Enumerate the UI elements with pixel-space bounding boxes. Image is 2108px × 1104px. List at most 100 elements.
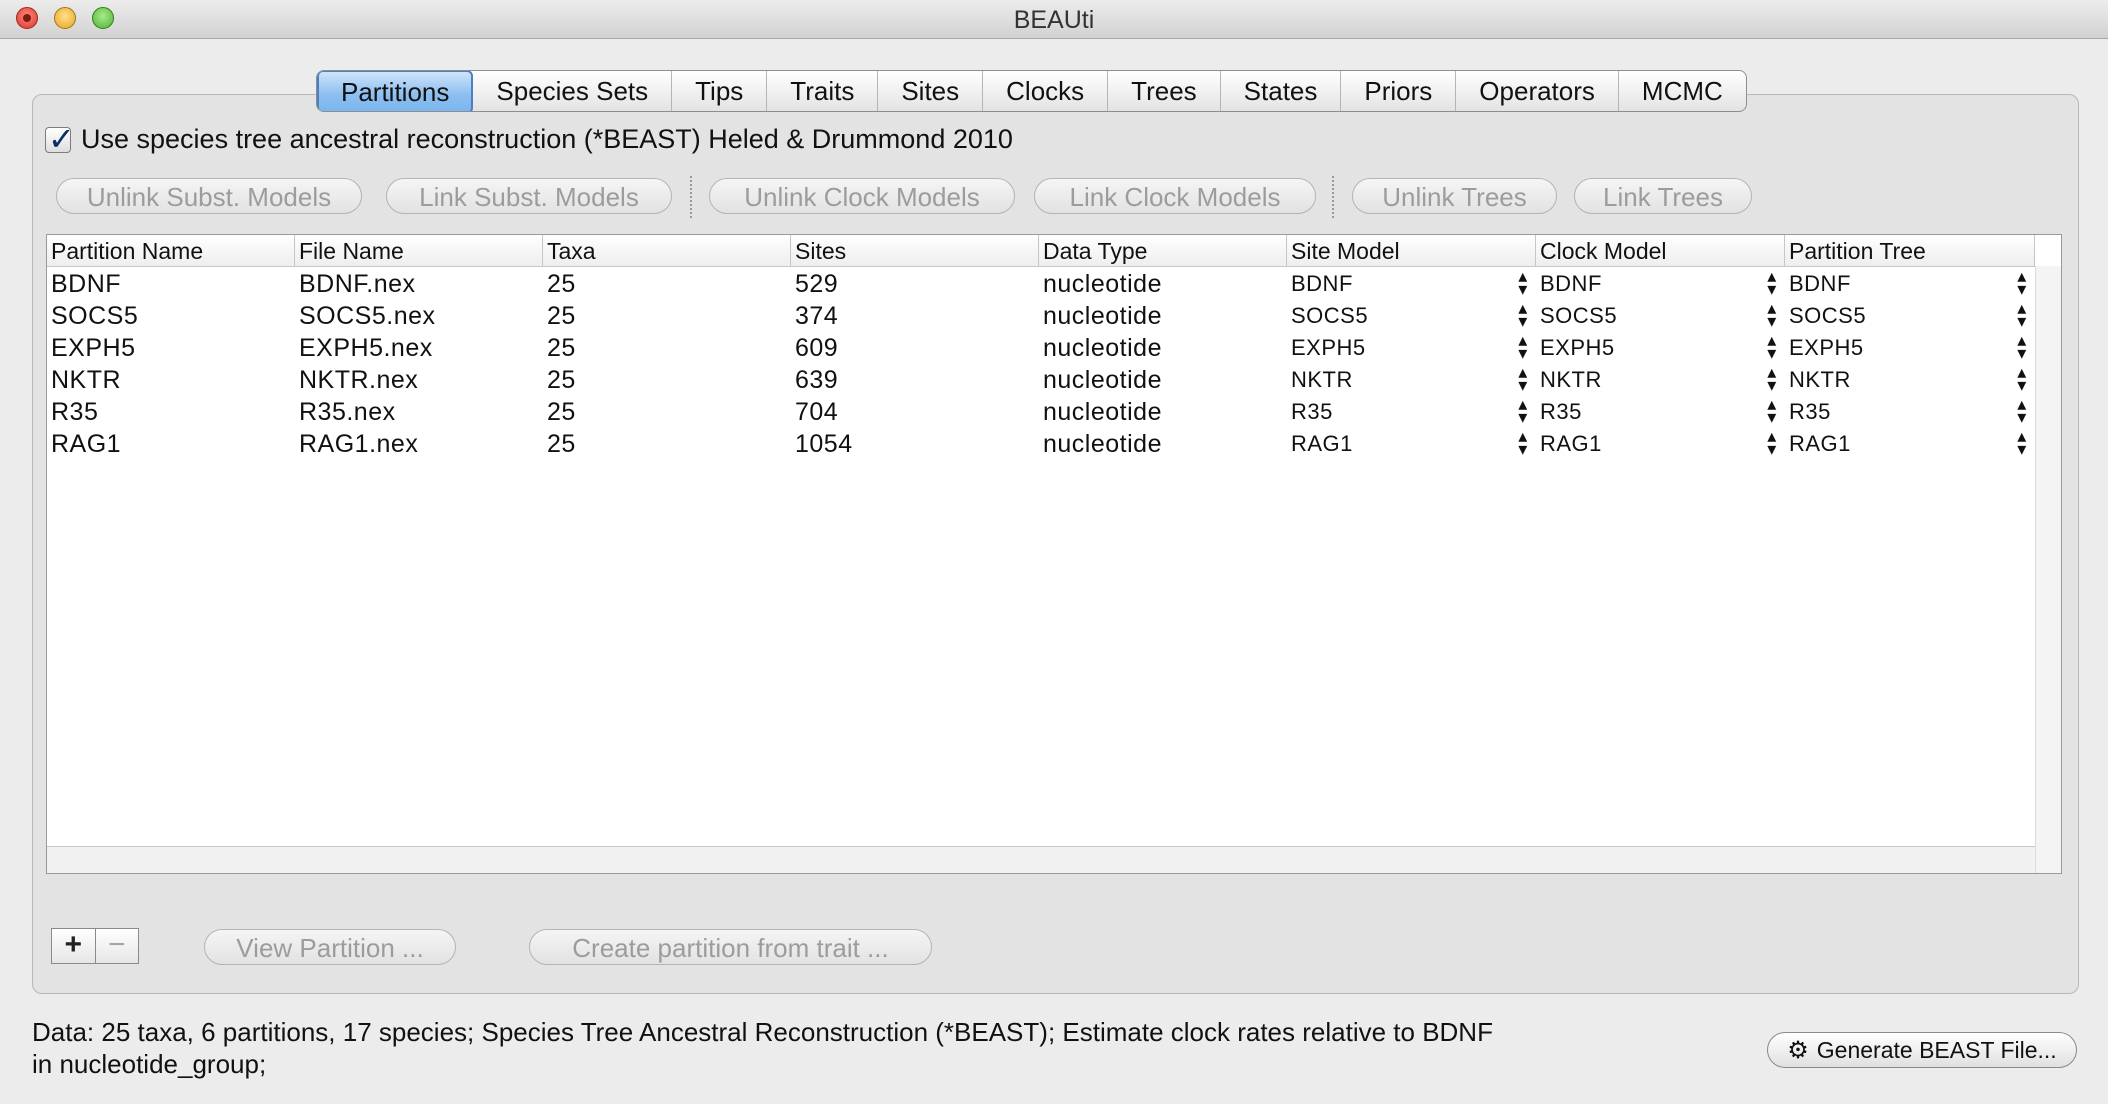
tab-operators[interactable]: Operators (1456, 71, 1619, 111)
updown-arrows-icon: ▴ ▾ (1518, 298, 1528, 331)
create-partition-from-trait-button[interactable]: Create partition from trait ... (529, 929, 932, 965)
taxa-cell: 25 (547, 334, 576, 362)
site-model-select[interactable]: RAG1 ▴ ▾ (1287, 426, 1536, 460)
partition-tree-select[interactable]: BDNF ▴ ▾ (1785, 266, 2035, 300)
unlink-trees-button[interactable]: Unlink Trees (1352, 178, 1557, 214)
updown-arrows-icon: ▴ ▾ (1767, 362, 1777, 395)
file-name-cell: NKTR.nex (299, 366, 419, 394)
sites-cell: 374 (795, 302, 839, 330)
site-model-select[interactable]: BDNF ▴ ▾ (1287, 266, 1536, 300)
clock-model-select[interactable]: NKTR ▴ ▾ (1536, 362, 1785, 396)
link-subst-models-button[interactable]: Link Subst. Models (386, 178, 672, 214)
clock-model-value: RAG1 (1540, 431, 1602, 456)
title-bar: BEAUti (0, 0, 2108, 39)
generate-button-label: Generate BEAST File... (1816, 1037, 2057, 1063)
site-model-select[interactable]: EXPH5 ▴ ▾ (1287, 331, 1536, 364)
taxa-cell: 25 (547, 366, 576, 394)
table-row[interactable]: NKTR NKTR.nex 25 639 nucleotide NKTR ▴ ▾ N… (47, 362, 2035, 396)
partition-tree-select[interactable]: EXPH5 ▴ ▾ (1785, 331, 2035, 364)
checkmark-icon: ✓ (48, 120, 75, 157)
unlink-clock-models-button[interactable]: Unlink Clock Models (709, 178, 1015, 214)
partition-tree-select[interactable]: NKTR ▴ ▾ (1785, 363, 2035, 396)
status-line: Data: 25 taxa, 6 partitions, 17 species;… (32, 1017, 1493, 1047)
column-header[interactable]: File Name (295, 235, 543, 266)
species-tree-checkbox[interactable]: ✓ (45, 121, 75, 157)
clock-model-select[interactable]: RAG1 ▴ ▾ (1536, 427, 1785, 460)
updown-arrows-icon: ▴ ▾ (2017, 426, 2027, 459)
table-header: Partition Name File Name Taxa Sites Data… (47, 235, 2035, 267)
horizontal-scrollbar[interactable] (47, 846, 2035, 873)
partition-tree-value: NKTR (1789, 367, 1851, 392)
column-header[interactable]: Data Type (1039, 235, 1287, 266)
partition-tree-value: BDNF (1789, 271, 1851, 296)
tab-partitions[interactable]: Partitions (317, 71, 474, 111)
tab-species-sets[interactable]: Species Sets (473, 71, 673, 111)
sites-cell: 704 (795, 398, 839, 426)
partitions-table: Partition Name File Name Taxa Sites Data… (46, 234, 2062, 874)
tab-trees[interactable]: Trees (1108, 71, 1221, 111)
status-text: Data: 25 taxa, 6 partitions, 17 species;… (32, 1016, 1732, 1080)
separator (1332, 176, 1334, 218)
link-trees-button[interactable]: Link Trees (1574, 178, 1752, 214)
column-header[interactable]: Site Model (1287, 235, 1536, 266)
file-name-cell: R35.nex (299, 398, 396, 426)
file-name-cell: SOCS5.nex (299, 302, 436, 330)
data-type-cell: nucleotide (1043, 270, 1162, 298)
partition-name-cell: RAG1 (51, 430, 122, 458)
table-row[interactable]: R35 R35.nex 25 704 nucleotide R35 ▴ ▾ R35 ▴… (47, 394, 2035, 428)
column-header[interactable]: Taxa (543, 235, 791, 266)
vertical-scrollbar[interactable] (2035, 266, 2061, 873)
file-name-cell: EXPH5.nex (299, 334, 433, 362)
partition-name-cell: NKTR (51, 366, 122, 394)
site-model-select[interactable]: R35 ▴ ▾ (1287, 395, 1536, 428)
table-row[interactable]: BDNF BDNF.nex 25 529 nucleotide BDNF ▴ ▾ B… (47, 266, 2035, 300)
tab-mcmc[interactable]: MCMC (1619, 71, 1746, 111)
updown-arrows-icon: ▴ ▾ (1518, 362, 1528, 395)
column-header[interactable]: Partition Name (47, 235, 295, 266)
tab-sites[interactable]: Sites (878, 71, 984, 111)
updown-arrows-icon: ▴ ▾ (2017, 298, 2027, 331)
clock-model-select[interactable]: SOCS5 ▴ ▾ (1536, 298, 1785, 332)
tab-traits[interactable]: Traits (767, 71, 879, 111)
tab-states[interactable]: States (1221, 71, 1342, 111)
taxa-cell: 25 (547, 270, 576, 298)
table-row[interactable]: SOCS5 SOCS5.nex 25 374 nucleotide SOCS5 ▴… (47, 298, 2035, 332)
column-header[interactable]: Sites (791, 235, 1039, 266)
tab-tips[interactable]: Tips (672, 71, 768, 111)
sites-cell: 609 (795, 334, 839, 362)
window-title: BEAUti (1013, 6, 1095, 34)
view-partition-button[interactable]: View Partition ... (204, 929, 456, 965)
updown-arrows-icon: ▴ ▾ (2017, 394, 2027, 427)
table-row[interactable]: RAG1 RAG1.nex 25 1054 nucleotide RAG1 ▴ ▾ … (47, 426, 2035, 460)
add-partition-button[interactable]: + (52, 929, 96, 963)
table-row[interactable]: EXPH5 EXPH5.nex 25 609 nucleotide EXPH5 ▴… (47, 331, 2035, 364)
partition-tree-select[interactable]: RAG1 ▴ ▾ (1785, 426, 2035, 460)
partition-tree-value: EXPH5 (1789, 335, 1864, 360)
unlink-subst-models-button[interactable]: Unlink Subst. Models (56, 178, 362, 214)
generate-beast-file-button[interactable]: ⚙ Generate BEAST File... (1767, 1032, 2077, 1068)
gear-icon: ⚙ (1787, 1037, 1809, 1064)
column-header[interactable]: Clock Model (1536, 235, 1785, 266)
clock-model-select[interactable]: R35 ▴ ▾ (1536, 395, 1785, 428)
partition-name-cell: BDNF (51, 270, 122, 298)
tab-clocks[interactable]: Clocks (983, 71, 1109, 111)
clock-model-value: R35 (1540, 399, 1582, 424)
partition-tree-select[interactable]: R35 ▴ ▾ (1785, 394, 2035, 428)
updown-arrows-icon: ▴ ▾ (2017, 266, 2027, 299)
clock-model-select[interactable]: BDNF ▴ ▾ (1536, 267, 1785, 300)
link-clock-models-button[interactable]: Link Clock Models (1034, 178, 1316, 214)
updown-arrows-icon: ▴ ▾ (1518, 426, 1528, 459)
clock-model-select[interactable]: EXPH5 ▴ ▾ (1536, 331, 1785, 364)
updown-arrows-icon: ▴ ▾ (1767, 298, 1777, 331)
site-model-select[interactable]: SOCS5 ▴ ▾ (1287, 298, 1536, 332)
updown-arrows-icon: ▴ ▾ (1518, 266, 1528, 299)
site-model-value: RAG1 (1291, 431, 1353, 456)
tab-priors[interactable]: Priors (1341, 71, 1457, 111)
site-model-value: NKTR (1291, 367, 1353, 392)
column-header[interactable]: Partition Tree (1785, 235, 2035, 266)
clock-model-value: SOCS5 (1540, 303, 1618, 328)
remove-partition-button[interactable]: − (96, 929, 139, 963)
partition-tree-select[interactable]: SOCS5 ▴ ▾ (1785, 298, 2035, 332)
tab-bar: Partitions Species Sets Tips Traits Site… (316, 70, 1747, 112)
site-model-select[interactable]: NKTR ▴ ▾ (1287, 362, 1536, 396)
